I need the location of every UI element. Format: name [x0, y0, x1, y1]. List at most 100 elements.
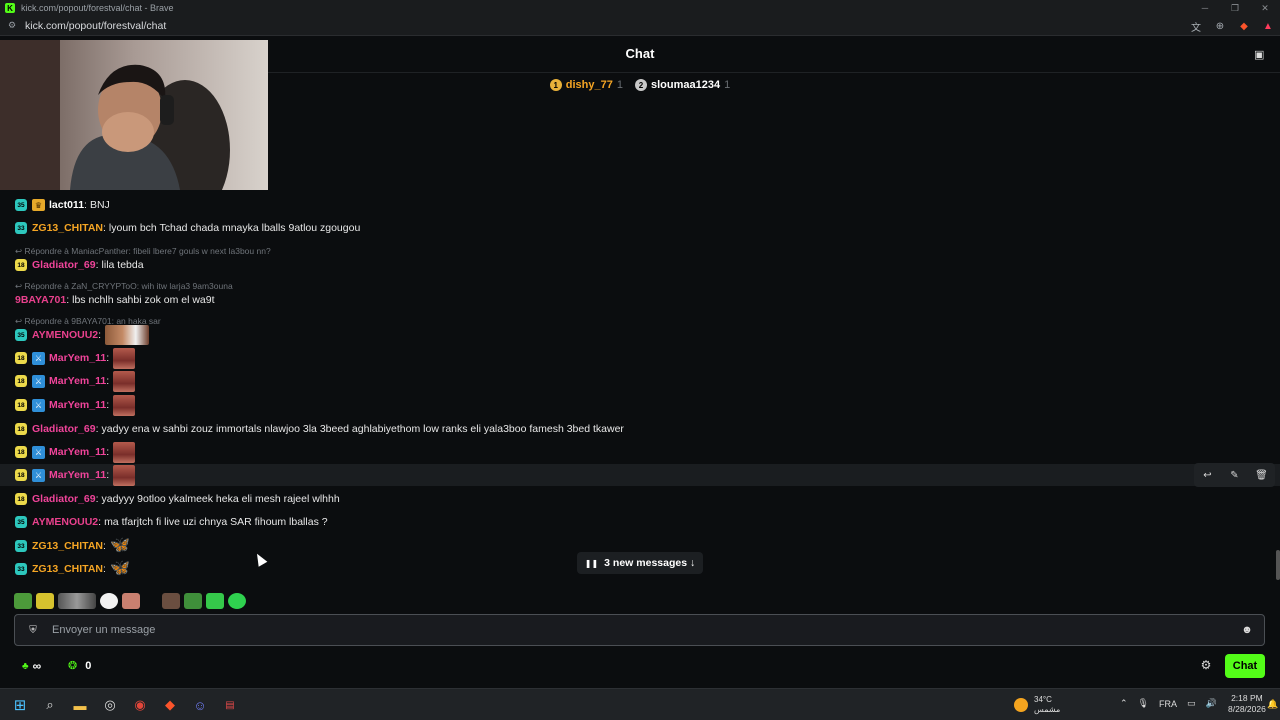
sword-badge-icon: ⚔ [32, 398, 45, 412]
frog-emote-icon[interactable] [14, 593, 32, 609]
chat-message[interactable]: 33 ZG13_CHITAN: lyoum bch Tchad chada mn… [0, 217, 1280, 239]
sub-badge: 35 [15, 329, 27, 341]
points-icon: ♣ [22, 660, 29, 672]
windows-start-icon[interactable]: ⊞ [8, 693, 32, 717]
chat-username[interactable]: MarYem_11 [49, 469, 106, 481]
chat-username[interactable]: ZG13_CHITAN [32, 540, 103, 552]
app-icon[interactable]: ▤ [218, 693, 242, 717]
chat-message[interactable]: 18 ⚔ MarYem_11: [0, 441, 1280, 463]
language-indicator[interactable]: FRA [1159, 699, 1177, 709]
emote-image[interactable] [105, 325, 150, 345]
chat-scrollbar[interactable] [1276, 550, 1280, 580]
restore-icon[interactable]: ❐ [1220, 0, 1250, 16]
face-emote-icon[interactable] [162, 593, 180, 609]
leaderboard-entry[interactable]: 1 dishy_77 1 [549, 79, 623, 91]
chat-message[interactable]: 35 ♛ lact011: BNJ [0, 194, 1280, 216]
gift-icon[interactable]: ▣ [1254, 48, 1266, 61]
clock-time: 2:18 PM [1231, 693, 1263, 703]
emote-image[interactable] [113, 394, 136, 416]
chevron-up-icon[interactable]: ⌃ [1120, 698, 1128, 709]
chat-message[interactable]: 9BAYA701: lbs nchlh sahbi zok om el wa9t [0, 289, 1280, 311]
shield-icon[interactable]: ⛨ [26, 623, 40, 637]
sword-badge-icon: ⚔ [32, 351, 45, 365]
sub-badge: 18 [15, 399, 27, 411]
chat-message[interactable]: 18 Gladiator_69: lila tebda [0, 254, 1280, 276]
green-cup-emote-icon[interactable] [206, 593, 224, 609]
file-explorer-icon[interactable]: ▬ [68, 693, 92, 717]
microphone-icon[interactable]: 🎙 [1138, 698, 1149, 709]
delete-icon[interactable]: 🗑 [1248, 463, 1275, 487]
green-emote-icon[interactable] [184, 593, 202, 609]
leaderboard-entry[interactable]: 2 sloumaa1234 1 [634, 79, 730, 91]
search-icon[interactable]: ⌕ [38, 693, 62, 717]
butterfly-emote-icon[interactable]: 🦋 [110, 559, 130, 579]
chat-message[interactable]: 18 Gladiator_69: yadyyy 9otloo ykalmeek … [0, 488, 1280, 510]
emote-image[interactable] [113, 347, 136, 369]
ghost-emote-icon[interactable] [100, 593, 118, 609]
yellow-emote-icon[interactable] [36, 593, 54, 609]
chat-message[interactable]: 18 Gladiator_69: yadyy ena w sahbi zouz … [0, 418, 1280, 440]
gray-emote-icon[interactable] [58, 593, 96, 609]
message-input[interactable] [52, 624, 1240, 636]
hand-emote-icon[interactable] [122, 593, 140, 609]
chat-message[interactable]: 35 AYMENOUU2: ma tfarjtch fi live uzi ch… [0, 511, 1280, 533]
chat-message-text: BNJ [89, 199, 110, 211]
emoji-picker-icon[interactable]: ☻ [1240, 623, 1254, 637]
close-icon[interactable]: ✕ [1250, 0, 1280, 16]
sub-badge: 33 [15, 540, 27, 552]
chat-message-hovered[interactable]: 18 ⚔ MarYem_11: [0, 464, 1280, 486]
weather-widget[interactable]: 34°C مشمس [1014, 695, 1060, 715]
zoom-icon[interactable]: ⊕ [1212, 18, 1228, 34]
chat-username[interactable]: AYMENOUU2 [32, 516, 98, 528]
sword-badge-icon: ⚔ [32, 468, 45, 482]
chat-username[interactable]: MarYem_11 [49, 352, 106, 364]
site-info-icon[interactable]: ⚙ [5, 19, 19, 33]
chat-username[interactable]: Gladiator_69 [32, 423, 96, 435]
chat-username[interactable]: MarYem_11 [49, 399, 106, 411]
discord-icon[interactable]: ☺ [188, 693, 212, 717]
chat-username[interactable]: 9BAYA701 [15, 294, 66, 306]
reply-icon[interactable]: ↩ [1194, 463, 1221, 487]
green-blob-emote-icon[interactable] [228, 593, 246, 609]
taskbar-clock[interactable]: 2:18 PM 8/28/2026 [1228, 693, 1266, 715]
brave-rewards-icon[interactable]: ▲ [1260, 18, 1276, 34]
volume-icon[interactable]: 🔊 [1206, 698, 1217, 709]
chat-username[interactable]: ZG13_CHITAN [32, 222, 103, 234]
emote-image[interactable] [113, 464, 136, 486]
chat-username[interactable]: lact011 [49, 199, 84, 211]
brave-icon[interactable]: ◆ [158, 693, 182, 717]
butterfly-emote-icon[interactable]: 🦋 [110, 536, 130, 556]
chat-send-button[interactable]: Chat [1225, 654, 1265, 678]
chat-message-text: lbs nchlh sahbi zok om el wa9t [72, 294, 215, 306]
chat-message[interactable]: 35 AYMENOUU2: [0, 324, 1280, 346]
pin-icon[interactable]: ✎ [1221, 463, 1248, 487]
translate-icon[interactable]: 文 [1188, 18, 1204, 34]
obs-icon[interactable]: ◎ [98, 693, 122, 717]
chat-message[interactable]: 18 ⚔ MarYem_11: [0, 394, 1280, 416]
chat-message-list[interactable]: 35 ♛ lact011: BNJ 33 ZG13_CHITAN: lyoum … [0, 196, 1280, 584]
chat-username[interactable]: AYMENOUU2 [32, 329, 98, 341]
settings-gear-icon[interactable]: ⚙ [1199, 658, 1213, 672]
notification-bell-icon[interactable]: 🔔 [1267, 699, 1278, 710]
chat-username[interactable]: MarYem_11 [49, 446, 106, 458]
minimize-icon[interactable]: ─ [1190, 0, 1220, 16]
address-bar-actions: 文 ⊕ ◆ ▲ [1188, 18, 1276, 34]
network-icon[interactable]: ▭ [1187, 698, 1196, 709]
chat-message[interactable]: 18 ⚔ MarYem_11: [0, 347, 1280, 369]
url-text[interactable]: kick.com/popout/forestval/chat [25, 20, 166, 32]
leaderboard-username: dishy_77 [565, 79, 613, 91]
pause-icon: ❚❚ [584, 558, 599, 568]
emote-image[interactable] [113, 441, 136, 463]
chat-username[interactable]: ZG13_CHITAN [32, 563, 103, 575]
sub-badge: 18 [15, 423, 27, 435]
channel-points[interactable]: ♣ ∞ [22, 659, 41, 673]
chat-username[interactable]: MarYem_11 [49, 375, 106, 387]
kicks-balance[interactable]: ❂ 0 [68, 659, 91, 673]
chat-username[interactable]: Gladiator_69 [32, 493, 96, 505]
chrome-icon[interactable]: ◉ [128, 693, 152, 717]
emote-image[interactable] [113, 370, 136, 392]
new-messages-button[interactable]: ❚❚ 3 new messages ↓ [577, 552, 703, 574]
chat-username[interactable]: Gladiator_69 [32, 259, 96, 271]
chat-message[interactable]: 18 ⚔ MarYem_11: [0, 370, 1280, 392]
brave-shields-icon[interactable]: ◆ [1236, 18, 1252, 34]
